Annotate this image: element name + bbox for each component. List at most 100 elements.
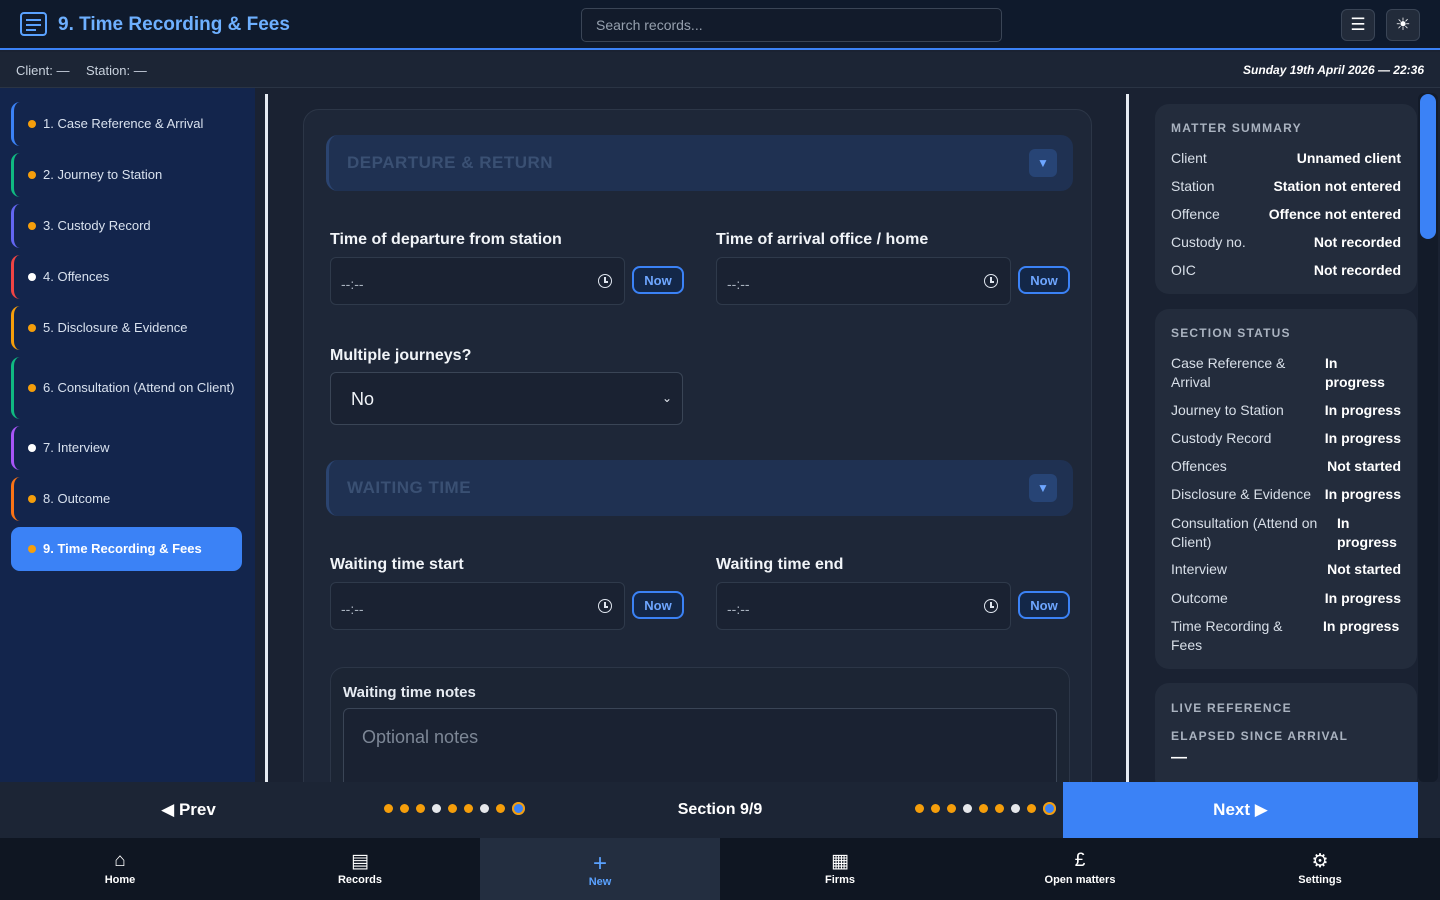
clock-icon[interactable] xyxy=(984,599,998,613)
nav-label: Open matters xyxy=(1044,874,1116,886)
scrollbar-thumb[interactable] xyxy=(1420,94,1436,239)
top-bar: 9. Time Recording & Fees ☰ ☀ xyxy=(0,0,1440,50)
status-row: Custody Record In progress xyxy=(1171,429,1401,449)
next-button[interactable]: Next ▶ xyxy=(1063,782,1418,838)
progress-dot xyxy=(384,804,393,813)
status-key: Consultation (Attend on Client) xyxy=(1171,515,1318,550)
progress-dot xyxy=(512,802,525,815)
status-value: Not started xyxy=(1327,458,1401,474)
chevron-down-icon[interactable]: ▼ xyxy=(1029,149,1057,177)
departure-time-label: Time of departure from station xyxy=(330,231,562,248)
progress-dot xyxy=(915,804,924,813)
sidebar-item-interview[interactable]: 7. Interview xyxy=(11,426,242,470)
summary-value: Station not entered xyxy=(1273,178,1401,194)
sidebar-item-label: 1. Case Reference & Arrival xyxy=(43,116,204,131)
nav-home[interactable]: ⌂ Home xyxy=(0,838,240,900)
multiple-journeys-select[interactable]: No ⌄ xyxy=(330,372,683,425)
progress-dot xyxy=(480,804,489,813)
nav-open-matters[interactable]: £ Open matters xyxy=(960,838,1200,900)
status-row: Time Recording & Fees In progress xyxy=(1171,617,1401,657)
summary-row-oic: OIC Not recorded xyxy=(1171,261,1401,281)
section-sidebar: 1. Case Reference & Arrival 2. Journey t… xyxy=(0,88,255,782)
section-status-card: SECTION STATUS Case Reference & Arrival … xyxy=(1155,309,1417,669)
matter-summary-card: MATTER SUMMARY Client Unnamed client Sta… xyxy=(1155,104,1417,294)
departure-now-button[interactable]: Now xyxy=(632,266,684,294)
arrival-time-input[interactable]: --:-- xyxy=(716,257,1011,305)
status-dot xyxy=(28,444,36,452)
nav-label: Records xyxy=(337,874,383,886)
waiting-end-input[interactable]: --:-- xyxy=(716,582,1011,630)
status-value: In progress xyxy=(1325,355,1385,390)
status-value: In progress xyxy=(1324,402,1401,418)
client-indicator: Client: — xyxy=(16,63,70,78)
departure-time-input[interactable]: --:-- xyxy=(330,257,625,305)
hamburger-icon: ☰ xyxy=(1350,15,1366,34)
theme-toggle-button[interactable]: ☀ xyxy=(1386,9,1420,41)
sidebar-item-journey[interactable]: 2. Journey to Station xyxy=(11,153,242,197)
status-key: Time Recording & Fees xyxy=(1171,618,1283,653)
progress-dots-right xyxy=(915,802,1056,815)
status-dot xyxy=(28,222,36,230)
nav-records[interactable]: ▤ Records xyxy=(240,838,480,900)
sidebar-item-consultation[interactable]: 6. Consultation (Attend on Client) xyxy=(11,357,242,419)
section-counter: Section 9/9 xyxy=(677,801,763,818)
home-icon: ⌂ xyxy=(114,850,126,871)
nav-label: Firms xyxy=(825,874,855,886)
section-header-departure[interactable]: DEPARTURE & RETURN ▼ xyxy=(326,135,1073,191)
status-value: In progress xyxy=(1324,590,1401,606)
matter-summary-title: MATTER SUMMARY xyxy=(1171,121,1302,135)
nav-new[interactable]: + New xyxy=(480,838,720,900)
waiting-end-label: Waiting time end xyxy=(716,556,844,573)
summary-value: Not recorded xyxy=(1313,234,1401,250)
time-value: --:-- xyxy=(341,276,364,292)
sidebar-item-case-reference[interactable]: 1. Case Reference & Arrival xyxy=(11,102,242,146)
time-value: --:-- xyxy=(341,601,364,617)
nav-firms[interactable]: ▦ Firms xyxy=(720,838,960,900)
summary-key: OIC xyxy=(1171,262,1196,278)
waiting-start-label: Waiting time start xyxy=(330,556,464,573)
progress-dot xyxy=(464,804,473,813)
sidebar-item-offences[interactable]: 4. Offences xyxy=(11,255,242,299)
sidebar-item-custody-record[interactable]: 3. Custody Record xyxy=(11,204,242,248)
status-key: Custody Record xyxy=(1171,430,1272,446)
waiting-end-now-button[interactable]: Now xyxy=(1018,591,1070,619)
progress-dot xyxy=(1011,804,1020,813)
status-row: Offences Not started xyxy=(1171,457,1401,477)
sun-icon: ☀ xyxy=(1395,15,1411,34)
sidebar-item-label: 2. Journey to Station xyxy=(43,167,163,182)
clock-icon[interactable] xyxy=(984,274,998,288)
waiting-start-input[interactable]: --:-- xyxy=(330,582,625,630)
time-value: --:-- xyxy=(727,601,750,617)
sidebar-item-time-recording[interactable]: 9. Time Recording & Fees xyxy=(11,527,242,571)
summary-key: Station xyxy=(1171,178,1215,194)
status-key: Offences xyxy=(1171,458,1227,474)
progress-dot xyxy=(1027,804,1036,813)
prev-button[interactable]: ◀ Prev xyxy=(0,782,377,838)
summary-value: Unnamed client xyxy=(1296,150,1401,166)
summary-row-client: Client Unnamed client xyxy=(1171,149,1401,169)
section-status-title: SECTION STATUS xyxy=(1171,326,1291,340)
summary-key: Custody no. xyxy=(1171,234,1246,250)
status-dot xyxy=(28,120,36,128)
sidebar-item-outcome[interactable]: 8. Outcome xyxy=(11,477,242,521)
progress-dot xyxy=(995,804,1004,813)
status-dot xyxy=(28,324,36,332)
chevron-down-icon[interactable]: ▼ xyxy=(1029,474,1057,502)
progress-dot xyxy=(963,804,972,813)
divider xyxy=(265,94,268,782)
clock-icon[interactable] xyxy=(598,599,612,613)
multiple-journeys-label: Multiple journeys? xyxy=(330,347,472,364)
status-key: Disclosure & Evidence xyxy=(1171,486,1312,502)
progress-dots-left xyxy=(384,802,525,815)
status-key: Case Reference & Arrival xyxy=(1171,355,1286,390)
nav-settings[interactable]: ⚙ Settings xyxy=(1200,838,1440,900)
summary-row-custody: Custody no. Not recorded xyxy=(1171,233,1401,253)
sidebar-item-disclosure[interactable]: 5. Disclosure & Evidence xyxy=(11,306,242,350)
status-key: Outcome xyxy=(1171,590,1228,606)
search-input[interactable] xyxy=(581,8,1002,42)
waiting-start-now-button[interactable]: Now xyxy=(632,591,684,619)
section-header-waiting[interactable]: WAITING TIME ▼ xyxy=(326,460,1073,516)
clock-icon[interactable] xyxy=(598,274,612,288)
arrival-now-button[interactable]: Now xyxy=(1018,266,1070,294)
menu-button[interactable]: ☰ xyxy=(1341,9,1375,41)
